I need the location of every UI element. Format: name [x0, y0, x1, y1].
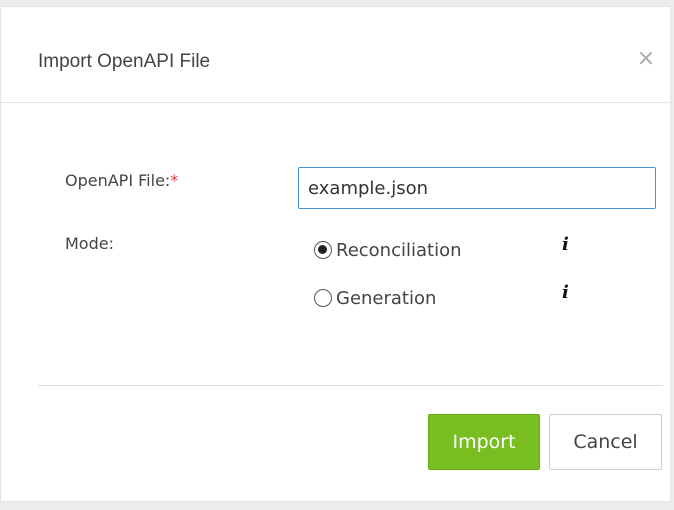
dialog-title: Import OpenAPI File — [38, 51, 211, 72]
openapi-file-input[interactable] — [298, 167, 656, 209]
import-openapi-dialog: Import OpenAPI File × OpenAPI File:* Mod… — [0, 6, 671, 502]
info-icon[interactable]: i — [562, 282, 569, 303]
dialog-header: Import OpenAPI File × — [1, 7, 670, 103]
required-marker: * — [170, 171, 179, 190]
mode-label: Mode: — [65, 234, 114, 253]
reconciliation-label: Reconciliation — [336, 239, 462, 261]
generation-radio[interactable] — [314, 289, 332, 307]
cancel-button[interactable]: Cancel — [549, 414, 662, 470]
generation-label: Generation — [336, 287, 437, 309]
mode-option-generation[interactable]: Generation — [314, 286, 436, 310]
openapi-file-label: OpenAPI File:* — [65, 171, 178, 190]
close-icon[interactable]: × — [634, 47, 658, 71]
footer-divider — [38, 385, 663, 386]
reconciliation-radio[interactable] — [314, 241, 332, 259]
mode-option-reconciliation[interactable]: Reconciliation — [314, 238, 462, 262]
openapi-file-label-text: OpenAPI File: — [65, 171, 171, 190]
info-icon[interactable]: i — [562, 234, 569, 255]
import-button[interactable]: Import — [428, 414, 540, 470]
